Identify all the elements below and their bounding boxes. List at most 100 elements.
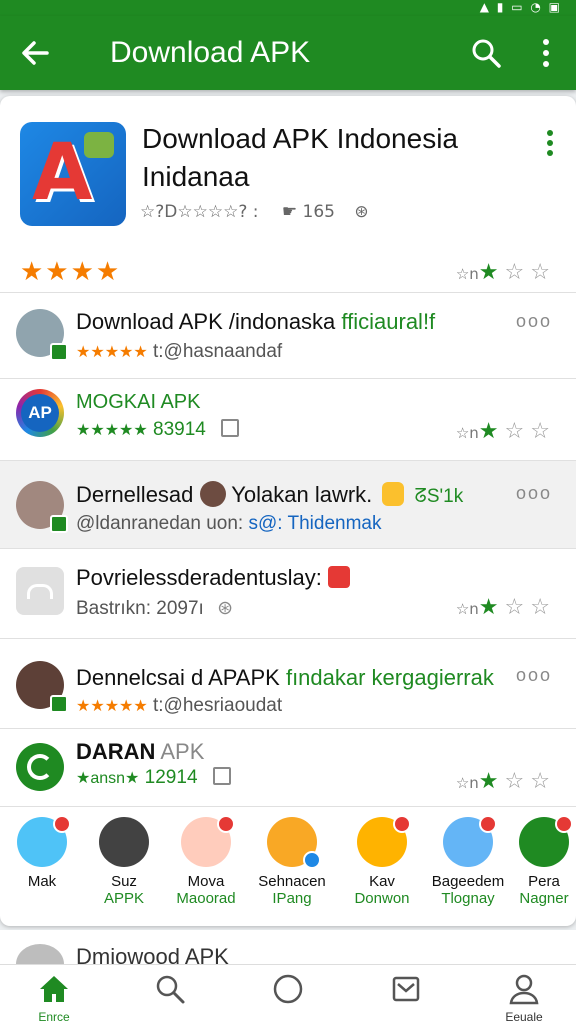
- app-options-button[interactable]: [546, 130, 554, 161]
- star-icon[interactable]: ★: [479, 260, 505, 285]
- story-item[interactable]: Mova Maoorad: [166, 815, 246, 907]
- item-stars: ★★★★★: [76, 344, 148, 361]
- app-title: Download APK Indonesia Inidanaa: [142, 123, 458, 192]
- nav-center[interactable]: [248, 973, 328, 1010]
- star-icon[interactable]: ★: [479, 769, 505, 794]
- notification-dot: [217, 815, 235, 833]
- rating-label: ☆n: [455, 600, 479, 618]
- bookmark-icon[interactable]: [221, 419, 240, 437]
- star-icon[interactable]: ★: [479, 595, 505, 620]
- row-more-button[interactable]: ooo: [516, 483, 552, 504]
- verified-badge-icon: [50, 515, 68, 533]
- item-title-bold: DARAN: [76, 739, 156, 764]
- item-title-tag: ᘔS'1k: [414, 486, 464, 507]
- list-item-title: Dernellesad Yolakan lawrk. ᘔS'1k: [76, 481, 463, 508]
- list-item[interactable]: AP MOGKAI APK ★★★★★ 83914 ☆n★☆☆: [0, 378, 576, 461]
- notification-dot: [393, 815, 411, 833]
- star-icon[interactable]: ☆: [505, 769, 531, 794]
- list-item-title: Download APK /indonaska fficiaural!f: [76, 309, 435, 335]
- list-item-subtitle: @ldanranedan uon: s@: Thidenmak: [76, 513, 381, 535]
- star-icon[interactable]: ☆: [505, 595, 531, 620]
- mini-avatar: [199, 481, 226, 507]
- rating-widget[interactable]: ☆n★☆☆: [456, 595, 556, 620]
- overflow-menu-button[interactable]: [516, 16, 576, 90]
- story-sub: Nagner: [519, 890, 569, 907]
- rating-widget[interactable]: ☆n★☆☆: [456, 769, 556, 794]
- back-button[interactable]: [0, 16, 70, 90]
- item-title-rest: APK: [160, 739, 205, 764]
- rating-label: ☆n: [455, 265, 479, 283]
- nav-home[interactable]: Enrce: [14, 973, 94, 1024]
- nav-inbox[interactable]: [366, 973, 446, 1010]
- avatar: [267, 817, 321, 869]
- search-icon: [156, 975, 185, 1004]
- story-sub: APPK: [103, 890, 145, 907]
- star-icon[interactable]: ★: [479, 419, 505, 444]
- app-bar: Download APK: [0, 16, 576, 90]
- list-item[interactable]: DARAN APK ★ansn★ 12914 ☆n★☆☆: [0, 728, 576, 807]
- item-info: Bastrıkn: 2097ı: [76, 598, 204, 619]
- app-meta: ☆?D☆☆☆☆? : ☛ 165 ⊛: [140, 202, 369, 222]
- avatar: [181, 815, 235, 867]
- list-item[interactable]: Dernellesad Yolakan lawrk. ᘔS'1k @ldanra…: [0, 460, 576, 549]
- bookmark-icon[interactable]: [212, 767, 231, 785]
- story-name: Pera: [528, 873, 560, 890]
- item-handle: t:@hasnaandaf: [153, 341, 283, 362]
- row-more-button[interactable]: ooo: [516, 665, 552, 686]
- list-item-subtitle: ★★★★★ t:@hasnaandaf: [76, 341, 282, 363]
- next-card-peek[interactable]: Dmiowood APK: [0, 930, 576, 966]
- inbox-icon: [392, 976, 420, 1002]
- avatar: [357, 815, 411, 867]
- list-item[interactable]: Dennelcsai d APAPK fındakar kergagierrak…: [0, 638, 576, 729]
- story-sub: Donwon: [354, 890, 410, 907]
- row-more-button[interactable]: ooo: [516, 311, 552, 332]
- peek-title: Dmiowood APK: [76, 944, 229, 966]
- item-stars: ★★★★★: [76, 422, 148, 439]
- story-item[interactable]: Sehnacen IPang: [252, 817, 332, 907]
- story-name: Mak: [27, 873, 57, 890]
- search-button[interactable]: [456, 16, 516, 90]
- star-icon[interactable]: ☆: [530, 595, 556, 620]
- star-icon[interactable]: ☆: [530, 769, 556, 794]
- list-item-title: Dennelcsai d APAPK fındakar kergagierrak: [76, 665, 494, 691]
- app-logo-icon[interactable]: A: [20, 122, 126, 226]
- arrow-left-icon: [22, 41, 49, 65]
- star-icon[interactable]: ☆: [505, 419, 531, 444]
- emoji-icon: [382, 482, 405, 506]
- item-title-mid: Yolakan lawrk.: [231, 482, 373, 507]
- item-title-text: Povrielessderadentuslay:: [76, 565, 322, 590]
- notification-dot: [53, 815, 71, 833]
- story-item[interactable]: Pera Nagner: [512, 815, 576, 907]
- story-sub: Tlognay: [441, 890, 495, 907]
- list-item-subtitle: ★ansn★ 12914: [76, 767, 231, 789]
- list-item[interactable]: Download APK /indonaska fficiaural!f ★★★…: [0, 292, 576, 379]
- nav-search[interactable]: [130, 973, 210, 1010]
- story-item[interactable]: Bageedem Tlognay: [428, 815, 508, 907]
- more-vert-icon: [547, 130, 553, 156]
- item-handle: t:@hesriaoudat: [153, 695, 283, 716]
- story-name: Sehnacen: [258, 873, 326, 890]
- rating-widget[interactable]: ☆n★☆☆: [456, 419, 556, 444]
- avatar: [443, 815, 497, 867]
- star-icon[interactable]: ☆: [505, 260, 531, 285]
- online-dot: [303, 851, 321, 869]
- story-item[interactable]: Mak: [2, 815, 82, 890]
- stories-strip: Mak Suz APPK Mova Maoorad Sehnacen IPang…: [0, 806, 576, 925]
- story-item[interactable]: Kav Donwon: [342, 815, 422, 907]
- bottom-nav: Enrce Eeuale: [0, 964, 576, 1025]
- person-icon: [27, 583, 53, 599]
- star-icon[interactable]: ☆: [530, 419, 556, 444]
- app-logo-icon: [16, 743, 64, 791]
- star-icon[interactable]: ☆: [530, 260, 556, 285]
- nav-profile-label: Eeuale: [505, 1010, 543, 1024]
- notification-dot: [479, 815, 497, 833]
- story-item[interactable]: Suz APPK: [84, 817, 164, 907]
- home-icon: [40, 976, 68, 1002]
- avatar: [99, 817, 149, 867]
- rating-widget[interactable]: ☆n★☆☆: [456, 260, 556, 285]
- list-item[interactable]: Povrielessderadentuslay: Bastrıkn: 2097ı…: [0, 548, 576, 639]
- nav-profile[interactable]: Eeuale: [484, 973, 564, 1024]
- item-handle: @ldanranedan uon:: [76, 513, 244, 534]
- item-title-tag: fficiaural!f: [341, 309, 436, 334]
- more-vert-icon: [543, 39, 549, 67]
